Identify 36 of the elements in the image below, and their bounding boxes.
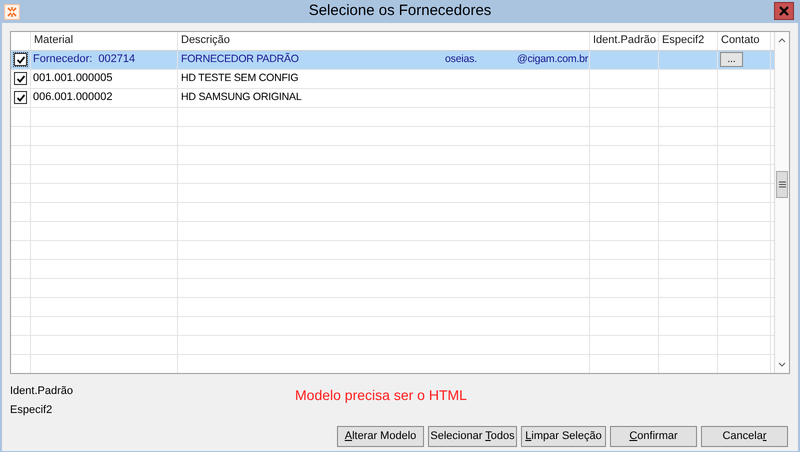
close-icon — [779, 6, 789, 16]
column-header[interactable]: Especif2 — [662, 32, 704, 49]
scrollbar[interactable] — [774, 32, 789, 372]
action-button[interactable]: Limpar Seleção — [521, 426, 606, 446]
action-button[interactable]: Alterar Modelo — [337, 426, 424, 446]
table-cell-text: HD SAMSUNG ORIGINAL — [181, 90, 302, 105]
table-cell-text: 001.001.000005 — [33, 71, 113, 86]
checkbox[interactable] — [14, 91, 27, 104]
window-title: Selecione os Fornecedores — [308, 1, 492, 21]
field-label: Especif2 — [10, 404, 54, 416]
table-row[interactable]: 001.001.000005 HD TESTE SEM CONFIG — [11, 70, 774, 88]
action-button[interactable]: Confirmar — [610, 426, 697, 446]
scroll-up-icon[interactable] — [778, 38, 786, 42]
column-header[interactable]: Material — [34, 32, 74, 49]
app-icon — [4, 4, 20, 20]
action-button[interactable]: Cancelar — [701, 426, 788, 446]
column-header[interactable]: Ident.Padrão — [593, 32, 656, 49]
table-row[interactable]: Fornecedor: 002714 FORNECEDOR PADRÃO oseias. @cigam.com.br ... — [11, 50, 774, 70]
close-button[interactable] — [774, 2, 794, 20]
column-header[interactable]: Contato — [721, 32, 760, 49]
checkbox[interactable] — [14, 53, 27, 66]
contact-button[interactable]: ... — [720, 52, 743, 67]
table-cell-text: @cigam.com.br — [517, 52, 588, 67]
table-cell-text: 006.001.000002 — [33, 90, 113, 106]
table-row[interactable]: 006.001.000002 HD SAMSUNG ORIGINAL — [11, 88, 774, 108]
warning-message: Modelo precisa ser o HTML — [295, 386, 467, 405]
column-header[interactable]: Descrição — [181, 32, 230, 49]
scroll-thumb[interactable] — [776, 170, 788, 198]
table-cell-text: oseias. — [445, 52, 478, 67]
table-cell-text: HD TESTE SEM CONFIG — [181, 70, 298, 86]
table-cell-text: FORNECEDOR PADRÃO — [181, 52, 300, 67]
table-cell-text: Fornecedor: 002714 — [33, 52, 136, 68]
field-label: Ident.Padrão — [10, 384, 74, 396]
action-button[interactable]: Selecionar Todos — [428, 426, 517, 446]
checkbox[interactable] — [14, 72, 27, 85]
scroll-down-icon[interactable] — [778, 362, 786, 366]
